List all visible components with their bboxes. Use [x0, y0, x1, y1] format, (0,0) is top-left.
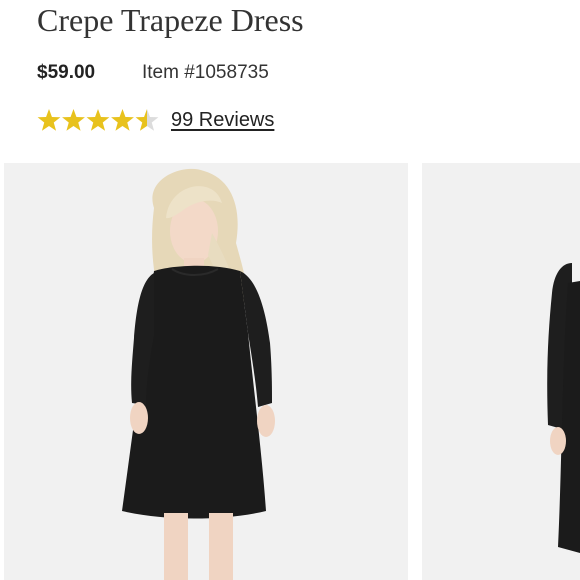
- star-icon: [135, 109, 159, 131]
- model-in-black-dress-icon: [4, 163, 408, 580]
- star-icon: [37, 109, 61, 131]
- star-icon: [86, 109, 110, 131]
- main-product-image[interactable]: [4, 163, 408, 580]
- star-icon: [111, 109, 134, 131]
- reviews-link[interactable]: 99 Reviews: [171, 109, 274, 132]
- product-page: Crepe Trapeze Dress $59.00 Item #1058735…: [0, 0, 580, 580]
- star-rating: [37, 109, 159, 131]
- product-title: Crepe Trapeze Dress: [37, 2, 304, 38]
- item-number: Item #1058735: [142, 62, 269, 83]
- product-price: $59.00: [37, 62, 96, 83]
- star-icon: [62, 109, 85, 131]
- product-image-gallery[interactable]: [0, 163, 580, 580]
- next-product-image[interactable]: [422, 163, 580, 580]
- model-in-black-dress-side-icon: [422, 163, 580, 580]
